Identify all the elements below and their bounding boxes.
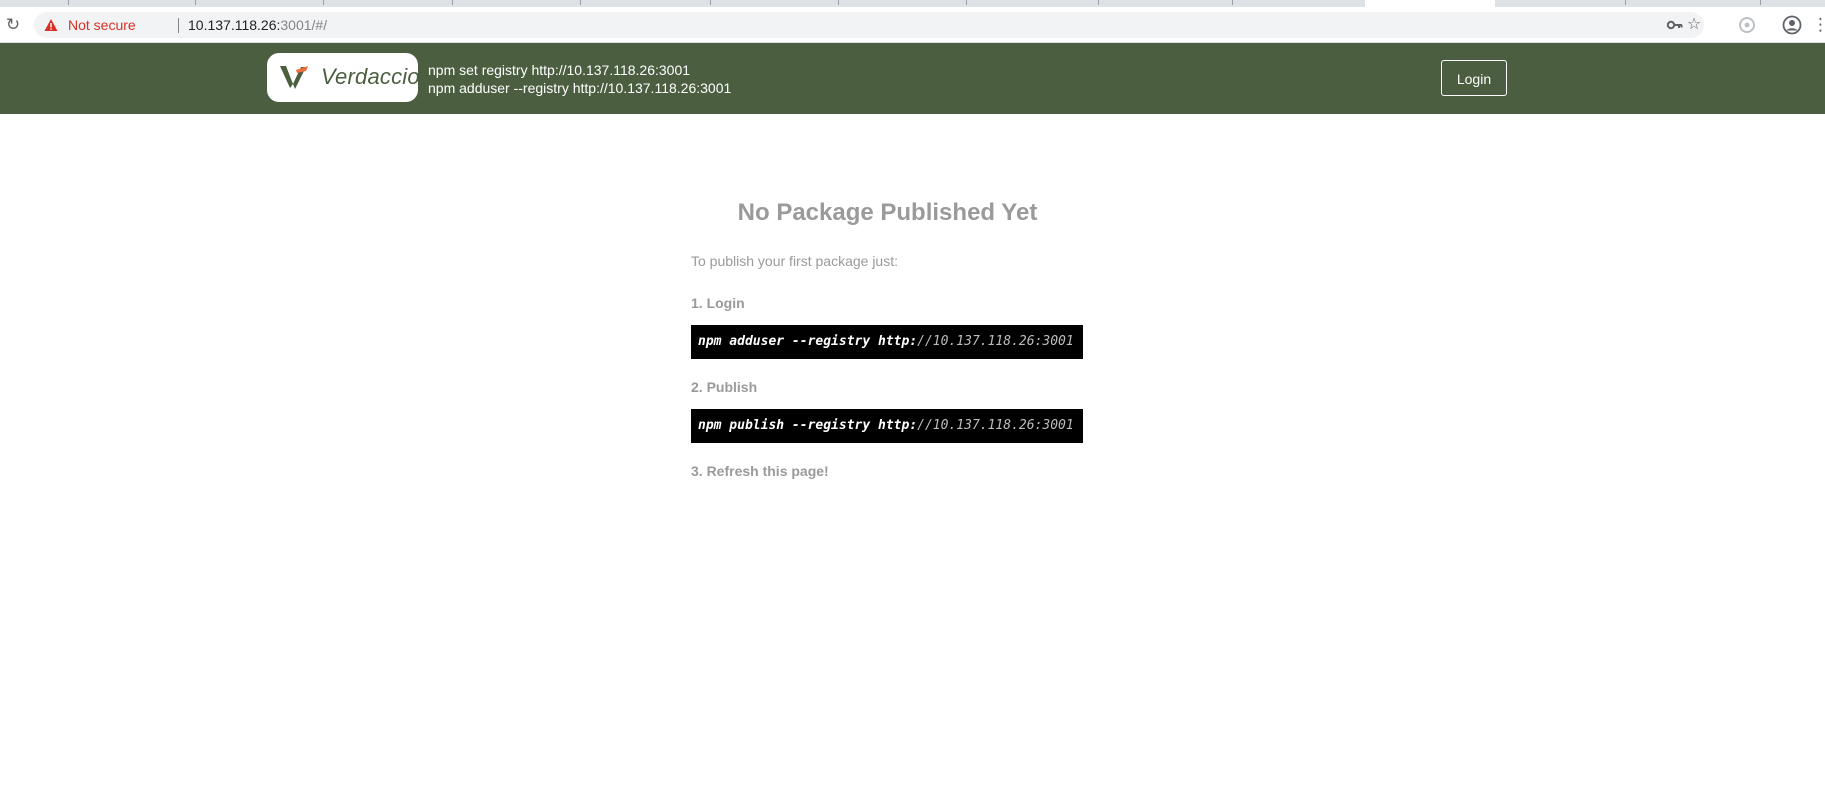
tab-separator: [1760, 0, 1761, 5]
logo-text: Verdaccio: [321, 64, 420, 89]
set-registry-command: npm set registry http://10.137.118.26:30…: [428, 62, 691, 78]
url-host: 10.137.118.26:: [188, 17, 281, 33]
tab-separator: [580, 0, 581, 5]
page-title: No Package Published Yet: [737, 199, 1038, 226]
profile-icon[interactable]: [1782, 15, 1802, 35]
tab-strip: [0, 0, 1825, 7]
url-path: 3001/#/: [280, 17, 328, 33]
star-icon[interactable]: ☆: [1685, 16, 1703, 34]
tab-separator: [1232, 0, 1233, 5]
tab-separator: [1625, 0, 1626, 5]
tab-separator: [452, 0, 453, 5]
app-header: Verdaccio npm set registry http://10.137…: [0, 43, 1825, 114]
login-button[interactable]: Login: [1441, 60, 1507, 96]
login-command: npm adduser --registry: [698, 334, 879, 349]
tab-separator: [1098, 0, 1099, 5]
verdaccio-logo-icon: [280, 66, 308, 89]
logo[interactable]: Verdaccio: [267, 53, 420, 102]
publish-command-block: npm publish --registry http://10.137.118…: [691, 409, 1083, 443]
tab-separator: [838, 0, 839, 5]
menu-icon[interactable]: ⋮: [1812, 15, 1825, 35]
login-command-address: //10.137.118.26:3001: [917, 334, 1074, 349]
warning-icon[interactable]: [44, 18, 58, 32]
active-tab[interactable]: [1365, 0, 1495, 7]
step-login-label: 1. Login: [691, 295, 745, 311]
intro-text: To publish your first package just:: [691, 253, 898, 269]
step-refresh-label: 3. Refresh this page!: [691, 463, 829, 479]
tab-separator: [68, 0, 69, 5]
tab-separator: [710, 0, 711, 5]
tab-separator: [195, 0, 196, 5]
publish-command-protocol: http:: [878, 418, 918, 433]
publish-command: npm publish --registry: [698, 418, 879, 433]
reload-icon[interactable]: ↻: [4, 16, 22, 34]
login-command-protocol: http:: [878, 334, 918, 349]
omnibox-divider: [178, 18, 179, 33]
key-icon[interactable]: [1666, 16, 1684, 34]
tab-separator: [323, 0, 324, 5]
address-bar[interactable]: Not secure 10.137.118.26:3001/#/ ☆: [34, 12, 1704, 38]
tab-separator: [966, 0, 967, 5]
login-command-block: npm adduser --registry http://10.137.118…: [691, 325, 1083, 359]
browser-toolbar: ↻ Not secure 10.137.118.26:3001/#/ ☆ ⋮: [0, 7, 1825, 43]
publish-command-address: //10.137.118.26:3001: [917, 418, 1074, 433]
registry-info: npm set registry http://10.137.118.26:30…: [428, 61, 731, 97]
url-text[interactable]: 10.137.118.26:3001/#/: [188, 17, 327, 33]
step-publish-label: 2. Publish: [691, 379, 758, 395]
extension-icon[interactable]: [1737, 15, 1757, 35]
security-status-label[interactable]: Not secure: [68, 17, 136, 33]
adduser-command: npm adduser --registry http://10.137.118…: [428, 80, 732, 96]
